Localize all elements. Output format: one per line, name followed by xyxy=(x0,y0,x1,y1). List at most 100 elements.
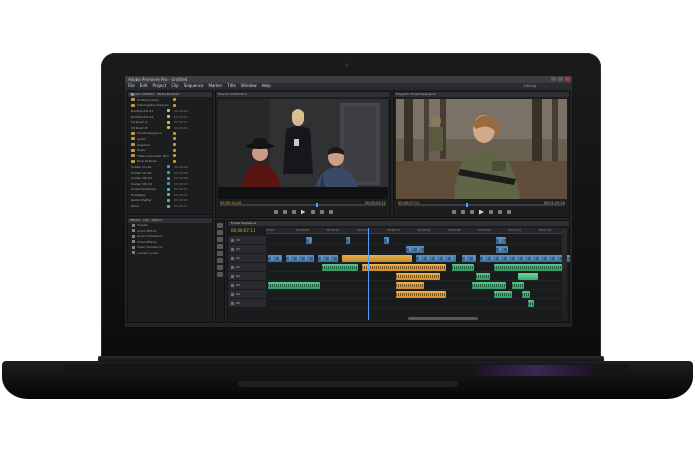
pen-tool-icon[interactable] xyxy=(217,258,223,263)
program-video-frame[interactable] xyxy=(396,99,567,199)
label-color-swatch[interactable] xyxy=(167,120,170,124)
slip-tool-icon[interactable] xyxy=(217,251,223,256)
video-clip[interactable] xyxy=(342,255,412,262)
label-color-swatch[interactable] xyxy=(173,137,176,141)
source-playhead[interactable] xyxy=(316,203,319,207)
source-timecode-in[interactable]: 00;00;14;20 xyxy=(220,201,241,205)
label-color-swatch[interactable] xyxy=(167,176,170,180)
insert-icon[interactable] xyxy=(319,210,324,214)
menu-marker[interactable]: Marker xyxy=(208,83,222,89)
label-color-swatch[interactable] xyxy=(167,109,170,113)
label-color-swatch[interactable] xyxy=(167,171,170,175)
track-header[interactable]: A3 xyxy=(228,281,266,290)
speaker-icon[interactable] xyxy=(231,265,234,269)
track-lane[interactable] xyxy=(266,290,567,299)
menu-project[interactable]: Project xyxy=(152,83,166,89)
track-header[interactable]: V2 xyxy=(228,245,266,254)
label-color-swatch[interactable] xyxy=(167,182,170,186)
label-color-swatch[interactable] xyxy=(173,103,176,107)
video-clip[interactable] xyxy=(462,255,476,262)
timeline-timecode[interactable]: 00;00;07;11 xyxy=(231,228,255,233)
video-clip[interactable] xyxy=(496,246,508,253)
menu-title[interactable]: Title xyxy=(227,83,236,89)
hand-tool-icon[interactable] xyxy=(217,265,223,270)
label-color-swatch[interactable] xyxy=(173,131,176,135)
label-color-swatch[interactable] xyxy=(173,159,176,163)
label-color-swatch[interactable] xyxy=(173,154,176,158)
label-color-swatch[interactable] xyxy=(167,165,170,169)
source-video-frame[interactable] xyxy=(218,99,388,199)
label-color-swatch[interactable] xyxy=(173,143,176,147)
source-scrubber[interactable] xyxy=(220,203,386,207)
label-color-swatch[interactable] xyxy=(173,148,176,152)
step-back-icon[interactable] xyxy=(291,210,296,214)
eye-icon[interactable] xyxy=(231,247,234,251)
audio-clip[interactable] xyxy=(512,282,524,289)
video-clip[interactable] xyxy=(496,237,506,244)
video-clip[interactable] xyxy=(286,255,314,262)
eye-icon[interactable] xyxy=(231,238,234,242)
maximize-button[interactable] xyxy=(558,77,563,81)
menu-edit[interactable]: Edit xyxy=(140,83,148,89)
track-header[interactable]: V1 xyxy=(228,254,266,263)
label-color-swatch[interactable] xyxy=(167,115,170,119)
audio-clip[interactable] xyxy=(452,264,474,271)
track-select-tool-icon[interactable] xyxy=(217,230,223,235)
close-button[interactable] xyxy=(565,77,570,81)
step-forward-icon[interactable] xyxy=(310,210,315,214)
extract-icon[interactable] xyxy=(507,210,511,214)
minimize-button[interactable] xyxy=(551,77,556,81)
mark-in-icon[interactable] xyxy=(273,210,278,214)
track-lane[interactable] xyxy=(266,272,567,281)
audio-clip[interactable] xyxy=(518,273,538,280)
video-clip[interactable] xyxy=(384,237,389,244)
time-ruler[interactable]: 00;00 00;00;08 00;00;16 00;00;24 00;00;32 00;… xyxy=(266,228,567,234)
overwrite-icon[interactable] xyxy=(328,210,333,214)
label-color-swatch[interactable] xyxy=(167,126,170,130)
menu-file[interactable]: File xyxy=(128,83,135,89)
lift-icon[interactable] xyxy=(498,210,502,214)
video-clip[interactable] xyxy=(480,255,570,262)
speaker-icon[interactable] xyxy=(231,283,234,287)
video-clip[interactable] xyxy=(268,255,282,262)
workspace-switcher[interactable]: Editing xyxy=(524,83,536,89)
speaker-icon[interactable] xyxy=(231,274,234,278)
audio-clip[interactable] xyxy=(396,282,424,289)
ripple-edit-tool-icon[interactable] xyxy=(217,237,223,242)
audio-clip[interactable] xyxy=(494,264,564,271)
track-lane[interactable] xyxy=(266,245,567,254)
audio-clip[interactable] xyxy=(322,264,358,271)
track-header[interactable]: A4 xyxy=(228,290,266,299)
program-monitor-tab[interactable]: Program: Forest Sequence xyxy=(394,92,569,97)
video-clip[interactable] xyxy=(318,255,338,262)
track-lane[interactable] xyxy=(266,263,567,272)
speaker-icon[interactable] xyxy=(231,301,234,305)
program-playhead[interactable] xyxy=(466,203,469,207)
audio-clip[interactable] xyxy=(476,273,490,280)
menu-window[interactable]: Window xyxy=(241,83,257,89)
audio-clip[interactable] xyxy=(396,273,440,280)
timeline-tab[interactable]: Forest Sequence xyxy=(228,221,569,226)
video-clip[interactable] xyxy=(346,237,350,244)
menu-sequence[interactable]: Sequence xyxy=(184,83,204,89)
effects-folder[interactable]: Lumetri Looks xyxy=(128,251,212,257)
video-clip[interactable] xyxy=(416,255,456,262)
audio-clip[interactable] xyxy=(528,300,534,307)
track-header[interactable]: A5 xyxy=(228,299,266,308)
label-color-swatch[interactable] xyxy=(167,193,170,197)
audio-clip[interactable] xyxy=(522,291,530,298)
play-icon[interactable] xyxy=(300,209,306,215)
track-header[interactable]: V3 xyxy=(228,236,266,245)
source-monitor-tab[interactable]: Source: Int Room A xyxy=(216,92,390,97)
timeline-playhead[interactable] xyxy=(368,228,369,320)
video-clip[interactable] xyxy=(406,246,424,253)
track-header[interactable]: A1 xyxy=(228,263,266,272)
program-scrubber[interactable] xyxy=(398,203,565,207)
audio-clip[interactable] xyxy=(362,264,446,271)
menu-clip[interactable]: Clip xyxy=(171,83,179,89)
mark-out-icon[interactable] xyxy=(461,210,465,214)
audio-clip[interactable] xyxy=(472,282,506,289)
step-forward-icon[interactable] xyxy=(489,210,493,214)
track-header[interactable]: A2 xyxy=(228,272,266,281)
razor-tool-icon[interactable] xyxy=(217,244,223,249)
